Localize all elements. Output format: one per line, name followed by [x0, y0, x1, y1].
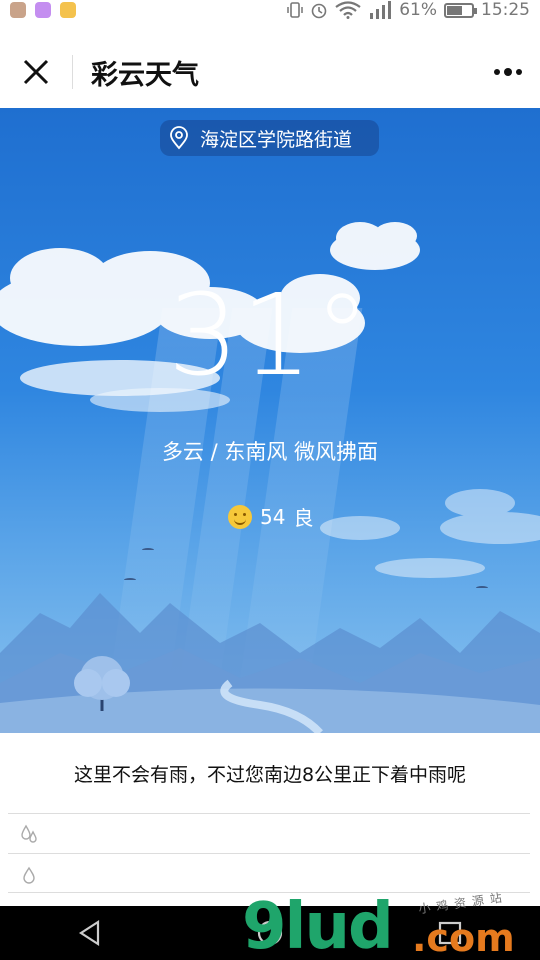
gallery-icon [35, 2, 51, 18]
vibrate-icon [287, 2, 303, 18]
page-title: 彩云天气 [91, 59, 199, 91]
precipitation-row [8, 813, 530, 853]
aqi-level: 良 [293, 506, 314, 530]
more-button[interactable] [490, 58, 526, 86]
raindrops-icon [21, 824, 37, 843]
raindrop-icon [23, 866, 35, 884]
weather-description: 多云 / 东南风 微风拂面 [161, 440, 379, 464]
back-icon[interactable] [76, 919, 104, 947]
wifi-icon [335, 1, 361, 19]
screen: { "status_bar": { "battery_percent": 61,… [0, 0, 540, 960]
recents-icon[interactable] [436, 919, 464, 947]
signal-icon [370, 1, 392, 19]
location-label: 海淀区学院路街道 [200, 128, 353, 151]
location-pin-icon [170, 126, 188, 150]
smile-icon [228, 504, 252, 529]
notification-icons [10, 2, 76, 18]
app-icon [60, 2, 76, 18]
close-button[interactable] [0, 36, 72, 108]
battery-percent: 61% [399, 0, 437, 20]
home-icon[interactable] [256, 919, 284, 947]
precipitation-row-divider [8, 892, 530, 893]
system-nav-bar [0, 906, 540, 960]
title-divider [72, 55, 73, 89]
clock: 15:25 [481, 0, 530, 20]
close-icon [23, 59, 49, 85]
app-icon [10, 2, 26, 18]
status-icons: 61% 15:25 [287, 0, 530, 20]
air-quality[interactable]: 54 良 [228, 502, 313, 531]
landscape [0, 593, 540, 733]
precipitation-row [8, 853, 530, 893]
alarm-icon [311, 3, 327, 19]
location-pill[interactable]: 海淀区学院路街道 [160, 120, 379, 156]
more-icon [494, 69, 500, 75]
status-bar: 61% 15:25 [0, 0, 540, 20]
weather-hero: 海淀区学院路街道 31° 多云 / 东南风 微风拂面 54 良 [0, 108, 540, 733]
aqi-value: 54 [260, 504, 286, 529]
title-bar: 彩云天气 [0, 36, 540, 108]
temperature: 31° [167, 271, 373, 401]
battery-icon [444, 2, 477, 18]
rain-forecast-message: 这里不会有雨，不过您南边8公里正下着中雨呢 [73, 764, 467, 786]
